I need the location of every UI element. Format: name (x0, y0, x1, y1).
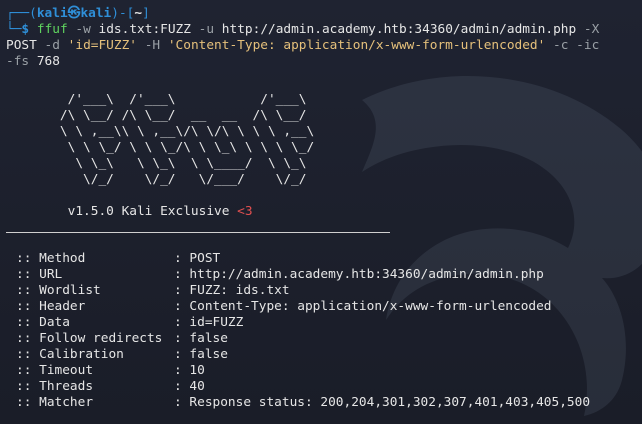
option-row: :: Header : Content-Type: application/x-w… (16, 299, 552, 315)
option-key: :: Matcher (16, 395, 94, 410)
option-row: :: Data : id=FUZZ (16, 315, 243, 331)
option-value: : 40 (174, 379, 205, 394)
command-token: 768 (29, 54, 60, 69)
user-host: kali㉿kali (36, 6, 112, 21)
terminal-window[interactable]: ┌──(kali㉿kali)-[~] └─$ ffuf -w ids.txt:F… (0, 0, 642, 424)
option-row: :: Timeout : 10 (16, 363, 205, 379)
option-row: :: Matcher : Response status: 200,204,301… (16, 395, 590, 411)
option-row: :: Method : POST (16, 251, 220, 267)
version-line: v1.5.0 Kali Exclusive <3 (6, 204, 253, 220)
command-args-line-3: -fs 768 (6, 54, 60, 70)
prompt-line-1: ┌──(kali㉿kali)-[~] (6, 6, 150, 22)
command-token: 'Content-Type: application/x-www-form-ur… (167, 38, 546, 53)
option-row: :: Threads : 40 (16, 379, 205, 395)
command-token: -c -ic (545, 38, 600, 53)
banner-art-line: \/_/ \/_/ \/___/ \/_/ (6, 172, 307, 187)
command-token: -X (576, 22, 600, 37)
kali-dragon-watermark (362, 76, 642, 416)
command-program: ffuf (36, 22, 68, 37)
command-line-1[interactable]: └─$ ffuf -w ids.txt:FUZZ -u http://admin… (6, 22, 599, 38)
option-value: : Response status: 200,204,301,302,307,4… (174, 395, 591, 410)
option-row: :: Calibration : false (16, 347, 228, 363)
option-key: :: Follow redirects (16, 331, 163, 346)
prompt-frame-mid: )-[ (111, 6, 135, 21)
option-value: : POST (174, 251, 221, 266)
option-key: :: Wordlist (16, 283, 101, 298)
command-args-line-2: POST -d 'id=FUZZ' -H 'Content-Type: appl… (6, 38, 599, 54)
option-key: :: Threads (16, 379, 94, 394)
banner-art-line: /\ \__/ /\ \__/ __ __ /\ \__/ (6, 108, 307, 123)
option-key: :: Header (16, 299, 86, 314)
banner-art-line: \ \ \_/ \ \ \_/\ \ \_\ \ \ \ \_/ (6, 140, 315, 155)
command-token: 'id=FUZZ' (67, 38, 137, 53)
option-value: : false (174, 331, 228, 346)
option-row: :: URL : http://admin.academy.htb:34360/a… (16, 267, 544, 283)
separator-rule (6, 232, 390, 233)
command-token: -d (36, 38, 68, 53)
prompt-dollar: $ (21, 22, 30, 37)
prompt-frame-bottom: └─ (6, 22, 22, 37)
prompt-frame-end: ] (142, 6, 150, 21)
option-value: : Content-Type: application/x-www-form-u… (174, 299, 552, 314)
current-directory: ~ (134, 6, 143, 21)
banner-art-line: \ \ ,__\\ \ ,__\/\ \/\ \ \ \ ,__\ (6, 124, 315, 139)
command-token: POST (6, 38, 37, 53)
option-value: : http://admin.academy.htb:34360/admin/a… (174, 267, 544, 282)
option-value: : 10 (174, 363, 205, 378)
option-value: : FUZZ: ids.txt (174, 283, 290, 298)
heart-text: <3 (237, 204, 253, 219)
option-key: :: Data (16, 315, 70, 330)
command-token: ids.txt:FUZZ (98, 22, 191, 37)
command-args-line-1: -w ids.txt:FUZZ -u http://admin.academy.… (67, 22, 600, 37)
option-key: :: Method (16, 251, 86, 266)
command-token: -u (190, 22, 222, 37)
option-row: :: Follow redirects : false (16, 331, 228, 347)
option-value: : id=FUZZ (174, 315, 244, 330)
command-token: -w (67, 22, 99, 37)
command-token: http://admin.academy.htb:34360/admin/adm… (221, 22, 577, 37)
prompt-frame-top: ┌──( (6, 6, 37, 21)
version-text: v1.5.0 Kali Exclusive (67, 204, 230, 219)
option-key: :: URL (16, 267, 63, 282)
option-key: :: Timeout (16, 363, 94, 378)
option-row: :: Wordlist : FUZZ: ids.txt (16, 283, 290, 299)
command-token: -fs (6, 54, 30, 69)
option-key: :: Calibration (16, 347, 124, 362)
banner-art-line: /'___\ /'___\ /'___\ (6, 92, 307, 107)
option-value: : false (174, 347, 228, 362)
banner-art-line: \ \_\ \ \_\ \ \____/ \ \_\ (6, 156, 307, 171)
command-token: -H (137, 38, 168, 53)
